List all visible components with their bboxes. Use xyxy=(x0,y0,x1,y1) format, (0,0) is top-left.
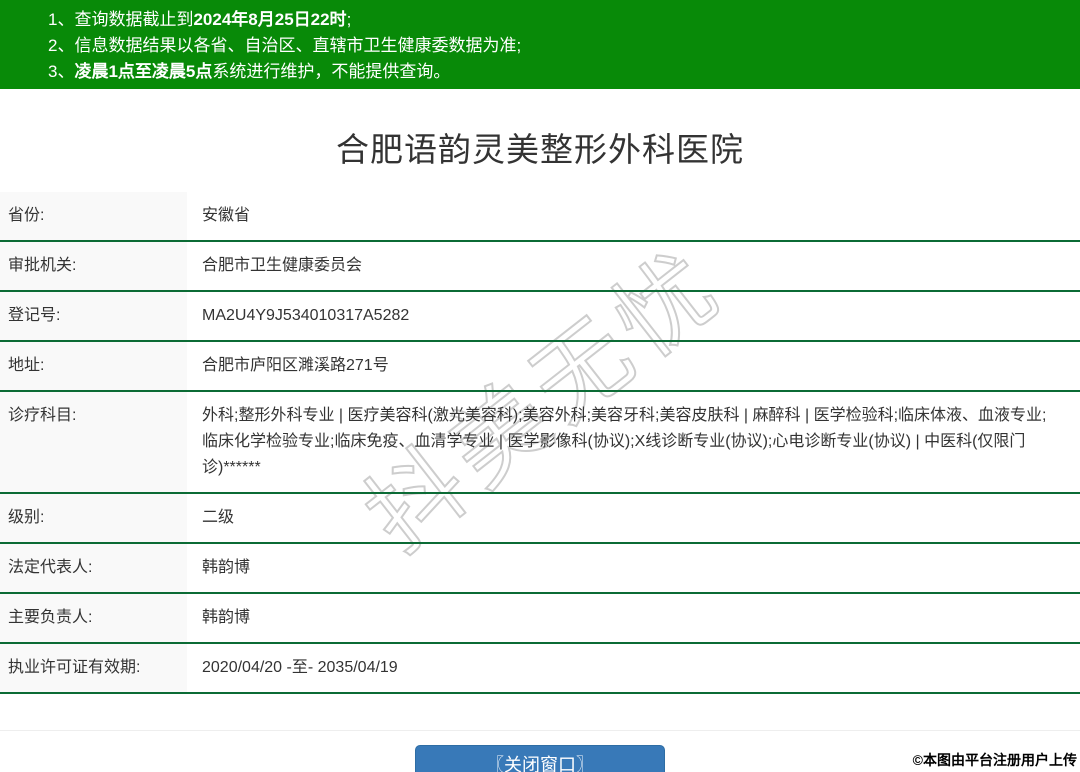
row-value: 2020/04/20 -至- 2035/04/19 xyxy=(202,659,398,676)
row-value: 韩韵博 xyxy=(202,609,251,626)
table-row-license-validity: 执业许可证有效期: 2020/04/20 -至- 2035/04/19 xyxy=(0,644,1080,694)
notice-marker: 3、 xyxy=(48,62,75,81)
row-label: 登记号: xyxy=(0,292,187,340)
notice-item-3: 3、凌晨1点至凌晨5点系统进行维护，不能提供查询。 xyxy=(48,59,1070,85)
row-label: 诊疗科目: xyxy=(0,392,187,492)
table-row-registration-number: 登记号: MA2U4Y9J534010317A5282 xyxy=(0,292,1080,342)
notice-text: 系统进行维护，不能提供查询。 xyxy=(212,62,451,81)
info-table: 省份: 安徽省 审批机关: 合肥市卫生健康委员会 登记号: MA2U4Y9J53… xyxy=(0,192,1080,694)
row-label: 省份: xyxy=(0,192,187,240)
row-value: 安徽省 xyxy=(202,207,251,224)
row-value: 韩韵博 xyxy=(202,559,251,576)
notice-text: 查询数据截止到 xyxy=(74,10,194,29)
notice-text: ; xyxy=(346,10,352,29)
notice-item-2: 2、信息数据结果以各省、自治区、直辖市卫生健康委数据为准; xyxy=(48,33,1070,59)
row-value: 外科;整形外科专业 | 医疗美容科(激光美容科);美容外科;美容牙科;美容皮肤科… xyxy=(202,407,1047,476)
row-value: MA2U4Y9J534010317A5282 xyxy=(202,307,410,324)
table-row-legal-representative: 法定代表人: 韩韵博 xyxy=(0,544,1080,594)
row-label: 执业许可证有效期: xyxy=(0,644,187,692)
divider xyxy=(0,730,1080,731)
table-row-address: 地址: 合肥市庐阳区濉溪路271号 xyxy=(0,342,1080,392)
table-row-main-person-in-charge: 主要负责人: 韩韵博 xyxy=(0,594,1080,644)
row-label: 审批机关: xyxy=(0,242,187,290)
notice-marker: 2、 xyxy=(48,36,75,55)
table-row-level: 级别: 二级 xyxy=(0,494,1080,544)
footer-credit: ©本图由平台注册用户上传 xyxy=(912,752,1077,768)
notice-bold-text: 2024年8月25日22时 xyxy=(193,10,347,29)
notice-banner: 1、查询数据截止到2024年8月25日22时; 2、信息数据结果以各省、自治区、… xyxy=(0,0,1080,89)
notice-bold-text: 凌晨1点至凌晨5点 xyxy=(74,62,213,81)
table-row-province: 省份: 安徽省 xyxy=(0,192,1080,242)
table-row-approval-authority: 审批机关: 合肥市卫生健康委员会 xyxy=(0,242,1080,292)
row-label: 地址: xyxy=(0,342,187,390)
row-value: 二级 xyxy=(202,509,235,526)
close-window-button[interactable]: 〖关闭窗口〗 xyxy=(415,745,665,772)
page-title: 合肥语韵灵美整形外科医院 xyxy=(336,131,744,168)
row-value: 合肥市庐阳区濉溪路271号 xyxy=(202,357,389,374)
row-label: 法定代表人: xyxy=(0,544,187,592)
row-label: 级别: xyxy=(0,494,187,542)
row-label: 主要负责人: xyxy=(0,594,187,642)
table-row-medical-subjects: 诊疗科目: 外科;整形外科专业 | 医疗美容科(激光美容科);美容外科;美容牙科… xyxy=(0,392,1080,494)
page: 1、查询数据截止到2024年8月25日22时; 2、信息数据结果以各省、自治区、… xyxy=(0,0,1080,772)
row-value: 合肥市卫生健康委员会 xyxy=(202,257,363,274)
notice-text: 信息数据结果以各省、自治区、直辖市卫生健康委数据为准; xyxy=(74,36,522,55)
notice-item-1: 1、查询数据截止到2024年8月25日22时; xyxy=(48,7,1070,33)
notice-marker: 1、 xyxy=(48,10,75,29)
